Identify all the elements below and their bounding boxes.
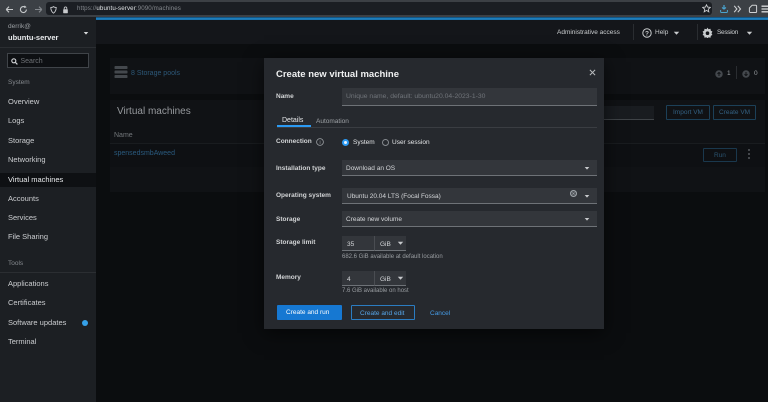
svg-text:i: i [319,140,320,146]
svg-text:?: ? [645,30,649,37]
